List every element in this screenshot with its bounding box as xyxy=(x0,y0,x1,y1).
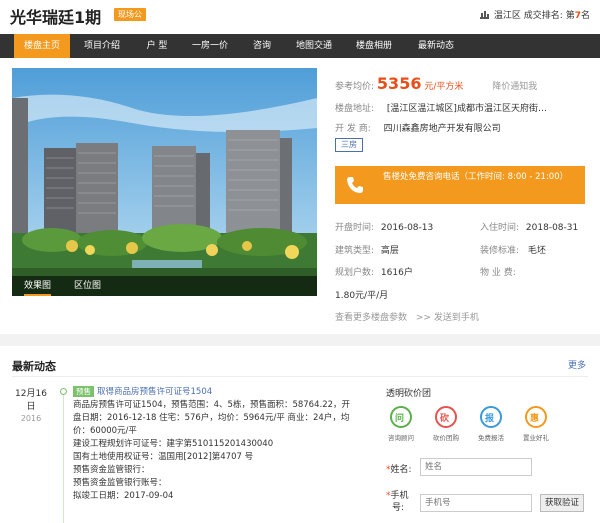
nav-project-intro[interactable]: 项目介绍 xyxy=(74,34,130,58)
nav-unit-prices[interactable]: 一房一价 xyxy=(182,34,238,58)
news-more-link[interactable]: 更多 xyxy=(568,358,586,371)
news-line-6: 预售资金监管银行： xyxy=(73,465,150,475)
building-type-label: 建筑类型: xyxy=(335,246,375,256)
name-input[interactable] xyxy=(420,458,532,476)
news-date-year: 2016 xyxy=(20,414,42,423)
timeline-line xyxy=(63,392,64,523)
decoration-label: 装修标准: xyxy=(480,246,520,256)
property-fee-row: 物 业 费: xyxy=(480,265,516,278)
news-line-8: 拟竣工日期：2017-09-04 xyxy=(73,491,174,501)
news-item: 预售 取得商品房预售许可证号1504 商品房预售许可证1504，预售范围：4、5栋… xyxy=(73,386,363,503)
developer-label: 开 发 商: xyxy=(335,124,371,134)
building-type-row: 建筑类型: 高层 xyxy=(335,243,399,256)
phone-field-label: *手机 号: xyxy=(386,491,409,513)
decoration-row: 装修标准: 毛坯 xyxy=(480,243,546,256)
move-in-value: 2018-08-31 xyxy=(525,223,579,233)
property-fee-value: 1.80元/平/月 xyxy=(335,291,389,301)
project-overview-card: 效果图 区位图 参考均价: 5356 元/平方米 降价通知我 楼盘地址: [温江… xyxy=(0,58,600,334)
news-headline[interactable]: 取得商品房预售许可证号1504 xyxy=(97,387,212,397)
photo-tabs: 效果图 区位图 xyxy=(12,276,317,296)
phone-banner[interactable]: 售楼处免费咨询电话（工作时间: 8:00 - 21:00） xyxy=(335,166,585,204)
address-label: 楼盘地址: xyxy=(335,104,375,114)
project-info: 参考均价: 5356 元/平方米 降价通知我 楼盘地址: [温江区温江城区]成都… xyxy=(335,68,590,328)
more-params-link[interactable]: 查看更多楼盘参数 xyxy=(335,313,407,323)
developer-value: 四川森鑫房地产开发有限公司 xyxy=(383,124,501,134)
rank-label: 成交排名: xyxy=(523,11,563,21)
nav-consult[interactable]: 咨询 xyxy=(240,34,284,58)
bargain-form: 透明砍价团 问 咨询顾问 砍 砍价团购 报 免费报活 惠 置业好礼 *姓名: *… xyxy=(380,376,590,523)
consult-icon[interactable]: 问 xyxy=(390,406,412,428)
building-icon xyxy=(480,11,490,19)
building-type-value: 高层 xyxy=(380,246,399,256)
news-line-3: 价：60000元/平 xyxy=(73,426,137,436)
news-line-5: 国有土地使用权证号：温国用[2012]第4707 号 xyxy=(73,452,254,462)
tab-location[interactable]: 区位图 xyxy=(74,276,101,296)
open-date-value: 2016-08-13 xyxy=(380,223,434,233)
consult-icon-label: 咨询顾问 xyxy=(388,434,414,442)
nav-map-traffic[interactable]: 地图交通 xyxy=(286,34,342,58)
rank-suffix: 名 xyxy=(580,11,590,21)
project-title: 光华瑞廷1期 xyxy=(10,8,102,27)
developer-row: 开 发 商: 四川森鑫房地产开发有限公司 xyxy=(335,121,501,134)
timeline-dot xyxy=(60,388,67,395)
bargain-icon[interactable]: 砍 xyxy=(435,406,457,428)
nav-news[interactable]: 最新动态 xyxy=(408,34,464,58)
name-field-label: *姓名: xyxy=(386,465,412,475)
news-line-4: 建设工程规划许可证号：建字第510115201430040 xyxy=(73,439,274,449)
phone-text: 售楼处免费咨询电话（工作时间: 8:00 - 21:00） xyxy=(383,172,569,182)
more-links-row: 查看更多楼盘参数 >> 发送到手机 xyxy=(335,310,479,323)
project-photo[interactable]: 效果图 区位图 xyxy=(12,68,317,296)
price-label: 参考均价: xyxy=(335,82,375,92)
nav-home[interactable]: 楼盘主页 xyxy=(14,34,70,58)
news-title: 最新动态 xyxy=(12,360,56,373)
phone-icon xyxy=(345,175,365,195)
sale-status-badge: 现场公 xyxy=(114,8,146,21)
households-label: 规划户数: xyxy=(335,268,375,278)
move-in-row: 入住时间: 2018-08-31 xyxy=(480,220,578,233)
rank-info: 温江区 成交排名: 第7名 xyxy=(480,8,590,21)
address-value[interactable]: [温江区温江城区]成都市温江区天府街… xyxy=(387,104,547,114)
room-type-tag[interactable]: 三房 xyxy=(335,138,363,152)
news-date-md: 12月16日 xyxy=(15,389,47,412)
news-line-7: 预售资金监管银行账号： xyxy=(73,478,167,488)
price-notify-link[interactable]: 降价通知我 xyxy=(492,82,537,92)
address-row: 楼盘地址: [温江区温江城区]成都市温江区天府街… xyxy=(335,101,547,114)
bargain-icon-label: 砍价团购 xyxy=(433,434,459,442)
price-unit: 元/平方米 xyxy=(424,82,464,92)
decoration-value: 毛坯 xyxy=(527,246,546,256)
news-headline-row: 预售 取得商品房预售许可证号1504 xyxy=(73,386,363,399)
page-header: 光华瑞廷1期 现场公 温江区 成交排名: 第7名 xyxy=(0,0,600,34)
news-line-1: 商品房预售许可证1504，预售范围：4、5栋，预售面积：58764.22，开 xyxy=(73,400,351,410)
tab-rendering[interactable]: 效果图 xyxy=(24,276,52,296)
phone-input[interactable] xyxy=(420,494,532,512)
nav-album[interactable]: 楼盘相册 xyxy=(346,34,402,58)
households-value: 1616户 xyxy=(380,268,413,278)
news-tag: 预售 xyxy=(73,386,94,397)
rank-prefix: 第 xyxy=(565,11,575,21)
property-fee-label: 物 业 费: xyxy=(480,268,516,278)
nav-floor-plans[interactable]: 户 型 xyxy=(132,34,182,58)
district-label: 温江区 xyxy=(493,11,521,21)
open-date-label: 开盘时间: xyxy=(335,223,375,233)
households-row: 规划户数: 1616户 xyxy=(335,265,413,278)
open-date-row: 开盘时间: 2016-08-13 xyxy=(335,220,433,233)
report-icon[interactable]: 报 xyxy=(480,406,502,428)
report-icon-label: 免费报活 xyxy=(478,434,504,442)
latest-news-section: 最新动态 更多 12月16日 2016 预售 取得商品房预售许可证号1504 商品… xyxy=(0,346,600,523)
get-code-button[interactable]: 获取验证 xyxy=(540,494,584,512)
move-in-label: 入住时间: xyxy=(480,223,520,233)
news-line-2: 盘日期：2016-12-18 住宅：576户，均价：5964元/平 商业：24户… xyxy=(73,413,350,423)
send-to-phone-link[interactable]: >> 发送到手机 xyxy=(416,313,479,323)
gift-icon[interactable]: 惠 xyxy=(525,406,547,428)
main-nav: 楼盘主页 项目介绍 户 型 一房一价 咨询 地图交通 楼盘相册 最新动态 xyxy=(0,34,600,58)
form-title: 透明砍价团 xyxy=(386,389,432,399)
price-value: 5356 xyxy=(376,74,422,93)
news-date: 12月16日 2016 xyxy=(12,386,50,423)
rendering-image xyxy=(12,68,317,296)
price-row: 参考均价: 5356 元/平方米 降价通知我 xyxy=(335,74,537,93)
gift-icon-label: 置业好礼 xyxy=(523,434,549,442)
